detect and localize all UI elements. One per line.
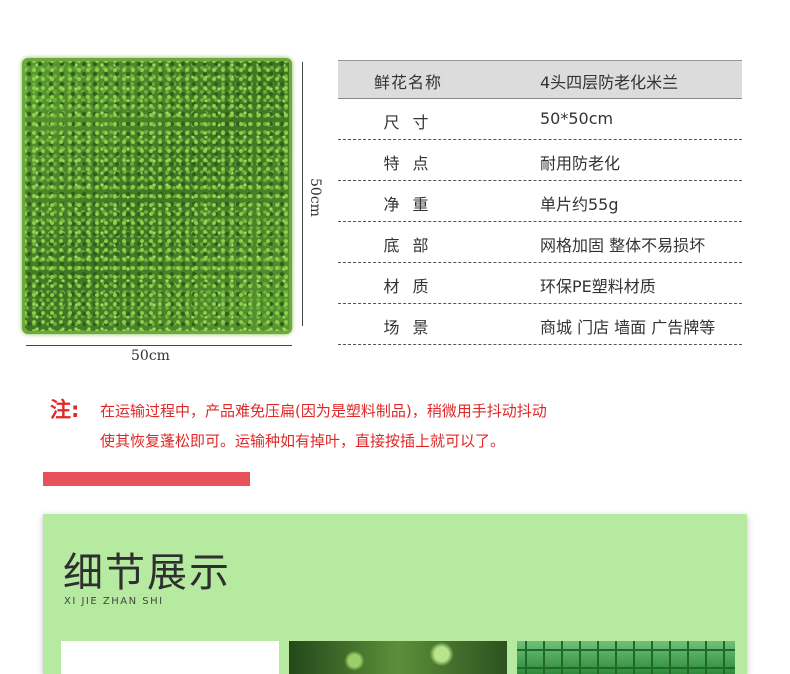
note-mark: 注: bbox=[50, 398, 80, 422]
detail-thumbnail-grid-base bbox=[517, 641, 735, 674]
spec-value: 50*50cm bbox=[540, 109, 614, 128]
spec-key: 底 部 bbox=[383, 236, 433, 255]
spec-row-weight: 净 重 单片约55g bbox=[338, 181, 742, 222]
detail-section-subtitle: XI JIE ZHAN SHI bbox=[64, 596, 164, 607]
height-dimension-label: 50cm bbox=[307, 178, 323, 217]
spec-row-material: 材 质 环保PE塑料材质 bbox=[338, 263, 742, 304]
spec-row-base: 底 部 网格加固 整体不易损坏 bbox=[338, 222, 742, 263]
spec-key: 场 景 bbox=[383, 318, 433, 337]
spec-value: 商城 门店 墙面 广告牌等 bbox=[540, 318, 716, 337]
spec-key: 净 重 bbox=[383, 195, 433, 214]
product-image-artificial-grass-panel bbox=[22, 58, 292, 334]
spec-header-key: 鲜花名称 bbox=[373, 73, 442, 92]
width-dimension-label: 50cm bbox=[131, 348, 170, 364]
detail-section-title: 细节展示 bbox=[63, 550, 231, 596]
note-text-line-1: 在运输过程中，产品难免压扁(因为是塑料制品)，稍微用手抖动抖动 bbox=[100, 402, 547, 420]
spec-key: 材 质 bbox=[383, 277, 433, 296]
spec-row-size: 尺 寸 50*50cm bbox=[338, 99, 742, 140]
spec-value: 耐用防老化 bbox=[540, 154, 621, 173]
spec-value: 网格加固 整体不易损坏 bbox=[540, 236, 706, 255]
spec-value: 单片约55g bbox=[540, 195, 619, 214]
detail-section: 细节展示 XI JIE ZHAN SHI bbox=[43, 514, 747, 674]
spec-table: 鲜花名称 4头四层防老化米兰 尺 寸 50*50cm 特 点 耐用防老化 净 重… bbox=[338, 60, 742, 345]
note-text-line-2: 使其恢复蓬松即可。运输种如有掉叶，直接按插上就可以了。 bbox=[100, 432, 506, 450]
spec-header-value: 4头四层防老化米兰 bbox=[540, 73, 679, 92]
detail-thumbnail-1 bbox=[61, 641, 279, 674]
spec-key: 特 点 bbox=[383, 154, 433, 173]
section-divider-bar bbox=[43, 472, 250, 486]
width-dimension-line bbox=[26, 345, 292, 346]
spec-row-feature: 特 点 耐用防老化 bbox=[338, 140, 742, 181]
spec-row-scene: 场 景 商城 门店 墙面 广告牌等 bbox=[338, 304, 742, 345]
spec-key: 尺 寸 bbox=[383, 113, 433, 132]
detail-thumbnail-leaves bbox=[289, 641, 507, 674]
spec-header-row: 鲜花名称 4头四层防老化米兰 bbox=[338, 60, 742, 99]
spec-value: 环保PE塑料材质 bbox=[540, 277, 656, 296]
